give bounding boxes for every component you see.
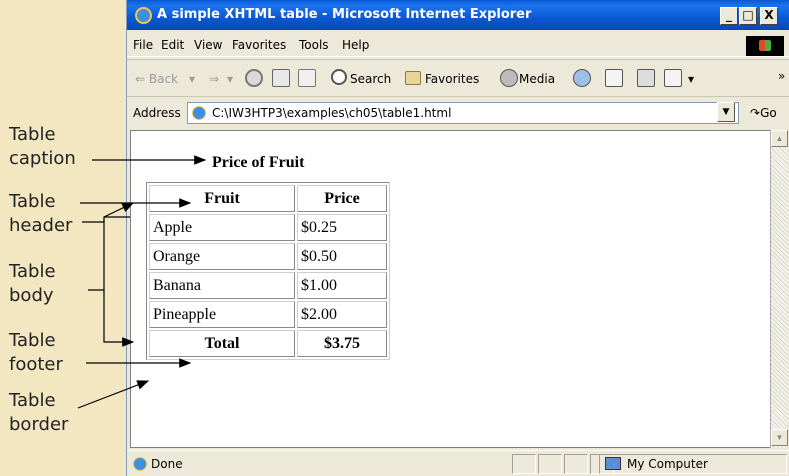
border-leader-arrow	[77, 380, 150, 409]
body-bracket-top	[88, 220, 105, 291]
callout-leader-lines	[77, 155, 207, 409]
header-bracket-arrow	[103, 202, 135, 218]
body-bracket-bottom	[103, 290, 130, 343]
header-bracket-line	[82, 216, 130, 223]
